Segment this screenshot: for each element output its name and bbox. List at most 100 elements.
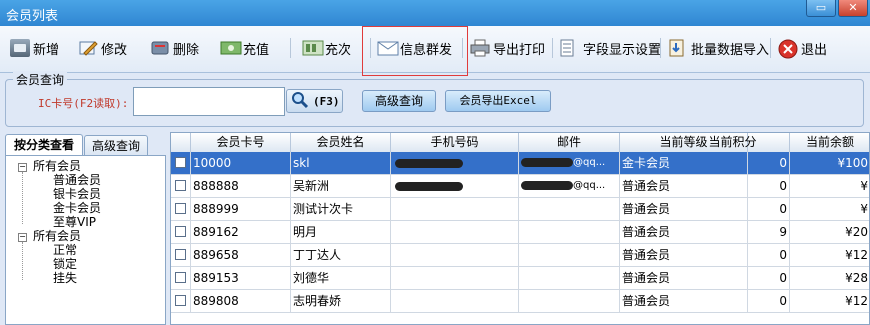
table-row[interactable]: 10000 skl @qq... 金卡会员 0 ¥100	[171, 152, 869, 175]
cell-email	[519, 221, 620, 243]
cell-points: 0	[676, 175, 790, 197]
tab-by-category[interactable]: 按分类查看	[5, 134, 83, 156]
add-member-icon	[10, 39, 30, 57]
recharge-count-button[interactable]: 充次	[302, 36, 351, 60]
tree-node-status[interactable]: 正常	[53, 244, 77, 257]
header-email[interactable]: 邮件	[519, 133, 620, 152]
tree-line	[22, 242, 23, 280]
member-query-group: 会员查询 IC卡号(F2读取): (F3) 高级查询 会员导出Excel	[5, 71, 864, 127]
edit-button[interactable]: 修改	[78, 36, 127, 60]
cell-balance: ¥12	[790, 290, 869, 312]
cell-balance: ¥100	[790, 152, 869, 174]
row-checkbox-cell	[171, 290, 191, 312]
header-points[interactable]: 当前积分	[676, 133, 790, 152]
batch-import-button[interactable]: 批量数据导入	[668, 36, 769, 60]
cell-name: skl	[291, 152, 391, 174]
exit-icon	[778, 39, 798, 59]
toolbar-separator	[552, 38, 553, 58]
member-grid: 会员卡号 会员姓名 手机号码 邮件 当前等级 当前积分 当前余额 10000 sk…	[170, 132, 870, 325]
row-checkbox-cell	[171, 244, 191, 266]
row-checkbox-cell	[171, 152, 191, 174]
field-settings-button[interactable]: 字段显示设置	[560, 36, 661, 60]
row-checkbox[interactable]	[175, 272, 186, 283]
cell-phone	[391, 244, 519, 266]
advanced-query-button[interactable]: 高级查询	[362, 90, 436, 112]
cell-points: 0	[676, 290, 790, 312]
search-shortcut-label: (F3)	[313, 94, 340, 108]
category-tree: − 所有会员 普通会员 银卡会员 金卡会员 至尊VIP − 所有会员 正常 锁定…	[5, 155, 166, 325]
table-row[interactable]: 889162 明月 普通会员 9 ¥20	[171, 221, 869, 244]
cell-phone	[391, 267, 519, 289]
tree-node-status[interactable]: 锁定	[53, 258, 77, 271]
table-row[interactable]: 888888 吴新洲 @qq... 普通会员 0 ¥	[171, 175, 869, 198]
delete-label: 删除	[173, 42, 200, 58]
tree-node-all-members[interactable]: 所有会员	[33, 230, 81, 243]
redacted-email	[521, 157, 573, 167]
highlight-box	[362, 26, 468, 76]
cell-card-no: 889153	[191, 267, 291, 289]
ic-card-input[interactable]	[133, 87, 285, 116]
table-row[interactable]: 889808 志明春娇 普通会员 0 ¥12	[171, 290, 869, 313]
tree-node-level[interactable]: 普通会员	[53, 174, 101, 187]
cell-email	[519, 290, 620, 312]
close-icon[interactable]: ✕	[838, 0, 868, 17]
export-print-label: 导出打印	[493, 42, 546, 58]
delete-button[interactable]: 删除	[150, 36, 199, 60]
row-checkbox[interactable]	[175, 249, 186, 260]
row-checkbox-cell	[171, 267, 191, 289]
edit-label: 修改	[101, 42, 128, 58]
tree-node-all-members[interactable]: 所有会员	[33, 160, 81, 173]
edit-icon	[78, 39, 98, 57]
collapse-icon[interactable]: −	[18, 233, 27, 242]
cell-card-no: 889162	[191, 221, 291, 243]
cell-card-no: 888999	[191, 198, 291, 220]
cell-balance: ¥28	[790, 267, 869, 289]
header-checkbox-col	[171, 133, 191, 152]
tree-node-status[interactable]: 挂失	[53, 272, 77, 285]
tree-node-level[interactable]: 银卡会员	[53, 188, 101, 201]
export-excel-button[interactable]: 会员导出Excel	[445, 90, 551, 112]
field-settings-label: 字段显示设置	[583, 42, 662, 58]
redacted-email	[521, 180, 573, 190]
header-name[interactable]: 会员姓名	[291, 133, 391, 152]
import-icon	[668, 39, 688, 57]
tab-advanced-query[interactable]: 高级查询	[84, 135, 148, 155]
cell-email: @qq...	[519, 175, 620, 197]
tree-node-level[interactable]: 至尊VIP	[53, 216, 96, 229]
ic-card-label: IC卡号(F2读取):	[38, 97, 129, 110]
cell-name: 吴新洲	[291, 175, 391, 197]
cell-phone	[391, 198, 519, 220]
exit-button[interactable]: 退出	[778, 36, 827, 60]
table-row[interactable]: 889153 刘德华 普通会员 0 ¥28	[171, 267, 869, 290]
export-print-button[interactable]: 导出打印	[470, 36, 545, 60]
cell-points: 0	[676, 244, 790, 266]
header-card-no[interactable]: 会员卡号	[191, 133, 291, 152]
restore-icon[interactable]: ▭	[806, 0, 836, 17]
redacted-phone	[395, 182, 463, 191]
row-checkbox-cell	[171, 221, 191, 243]
table-row[interactable]: 888999 测试计次卡 普通会员 0 ¥	[171, 198, 869, 221]
cell-name: 志明春娇	[291, 290, 391, 312]
row-checkbox[interactable]	[175, 295, 186, 306]
toolbar-separator	[770, 38, 771, 58]
add-button[interactable]: 新增	[10, 36, 59, 60]
table-row[interactable]: 889658 丁丁达人 普通会员 0 ¥12	[171, 244, 869, 267]
recharge-button[interactable]: 充值	[220, 36, 269, 60]
cell-phone	[391, 221, 519, 243]
collapse-icon[interactable]: −	[18, 163, 27, 172]
row-checkbox[interactable]	[175, 180, 186, 191]
delete-icon	[150, 39, 170, 57]
cell-balance: ¥12	[790, 244, 869, 266]
cell-email: @qq...	[519, 152, 620, 174]
row-checkbox[interactable]	[175, 226, 186, 237]
row-checkbox[interactable]	[175, 157, 186, 168]
cell-phone	[391, 175, 519, 197]
header-balance[interactable]: 当前余额	[790, 133, 869, 152]
cell-email	[519, 267, 620, 289]
cell-balance: ¥20	[790, 221, 869, 243]
tree-node-level[interactable]: 金卡会员	[53, 202, 101, 215]
row-checkbox-cell	[171, 198, 191, 220]
search-button[interactable]: (F3)	[286, 89, 343, 113]
header-phone[interactable]: 手机号码	[391, 133, 519, 152]
row-checkbox[interactable]	[175, 203, 186, 214]
